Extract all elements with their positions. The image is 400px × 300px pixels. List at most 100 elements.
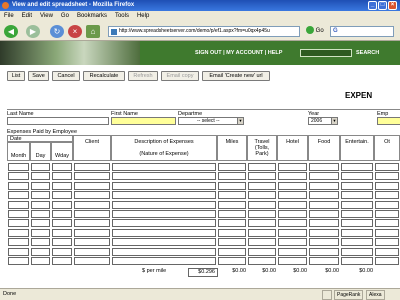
description-cell[interactable] [112,191,216,200]
day-cell[interactable] [31,210,50,218]
hotel-cell[interactable] [278,219,307,228]
travel-cell[interactable] [248,172,276,181]
address-bar[interactable]: http://www.spreadsheetserver.com/demo/p/… [108,26,300,37]
list-button[interactable]: List [7,71,25,81]
miles-cell[interactable] [218,191,246,200]
client-cell[interactable] [74,181,110,190]
travel-cell[interactable] [248,247,276,256]
other-cell[interactable] [375,200,399,209]
day-cell[interactable] [31,191,50,200]
department-select[interactable]: -- select -- ▼ [178,117,244,125]
description-cell[interactable] [112,172,216,181]
miles-cell[interactable] [218,247,246,256]
client-cell[interactable] [74,172,110,181]
day-cell[interactable] [31,219,50,228]
description-cell[interactable] [112,210,216,218]
client-cell[interactable] [74,191,110,200]
food-cell[interactable] [309,200,339,209]
wday-cell[interactable] [52,191,72,200]
miles-cell[interactable] [218,163,246,171]
menu-tools[interactable]: Tools [111,11,133,21]
hotel-cell[interactable] [278,200,307,209]
miles-cell[interactable] [218,257,246,265]
other-cell[interactable] [375,181,399,190]
travel-cell[interactable] [248,200,276,209]
miles-cell[interactable] [218,181,246,190]
miles-cell[interactable] [218,238,246,247]
minimize-button[interactable]: _ [368,1,377,10]
email-create-url-button[interactable]: Email 'Create new' url [202,71,270,81]
miles-cell[interactable] [218,172,246,181]
description-cell[interactable] [112,247,216,256]
day-cell[interactable] [31,228,50,237]
month-cell[interactable] [8,210,29,218]
travel-cell[interactable] [248,257,276,265]
other-cell[interactable] [375,163,399,171]
day-cell[interactable] [31,247,50,256]
food-cell[interactable] [309,210,339,218]
entertain-cell[interactable] [341,238,373,247]
wday-cell[interactable] [52,163,72,171]
day-cell[interactable] [31,200,50,209]
back-icon[interactable]: ◀ [4,25,18,38]
reload-icon[interactable]: ↻ [50,25,64,38]
entertain-cell[interactable] [341,172,373,181]
month-cell[interactable] [8,228,29,237]
description-cell[interactable] [112,200,216,209]
other-cell[interactable] [375,247,399,256]
other-cell[interactable] [375,191,399,200]
wday-cell[interactable] [52,210,72,218]
entertain-cell[interactable] [341,219,373,228]
wday-cell[interactable] [52,172,72,181]
first-name-field[interactable] [111,117,176,125]
month-cell[interactable] [8,247,29,256]
description-cell[interactable] [112,181,216,190]
client-cell[interactable] [74,247,110,256]
wday-cell[interactable] [52,200,72,209]
refresh-button[interactable]: Refresh [128,71,158,81]
other-cell[interactable] [375,257,399,265]
travel-cell[interactable] [248,210,276,218]
menu-help[interactable]: Help [133,11,153,21]
recalculate-button[interactable]: Recalculate [83,71,125,81]
wday-cell[interactable] [52,228,72,237]
alexa-indicator[interactable]: Alexa [366,290,385,300]
food-cell[interactable] [309,257,339,265]
day-cell[interactable] [31,172,50,181]
entertain-cell[interactable] [341,163,373,171]
email-copy-button[interactable]: Email copy [161,71,199,81]
other-cell[interactable] [375,210,399,218]
forward-icon[interactable]: ▶ [26,25,40,38]
site-search-button[interactable]: SEARCH [356,50,379,56]
description-cell[interactable] [112,219,216,228]
entertain-cell[interactable] [341,191,373,200]
client-cell[interactable] [74,200,110,209]
other-cell[interactable] [375,238,399,247]
food-cell[interactable] [309,238,339,247]
food-cell[interactable] [309,228,339,237]
month-cell[interactable] [8,200,29,209]
day-cell[interactable] [31,257,50,265]
day-cell[interactable] [31,181,50,190]
menu-edit[interactable]: Edit [18,11,36,21]
month-cell[interactable] [8,181,29,190]
account-links[interactable]: SIGN OUT | MY ACCOUNT | HELP [195,50,282,56]
hotel-cell[interactable] [278,191,307,200]
wday-cell[interactable] [52,181,72,190]
travel-cell[interactable] [248,219,276,228]
travel-cell[interactable] [248,228,276,237]
go-button[interactable]: Go [306,26,328,37]
entertain-cell[interactable] [341,247,373,256]
client-cell[interactable] [74,238,110,247]
year-select[interactable]: 2006 ▼ [308,117,338,125]
client-cell[interactable] [74,219,110,228]
entertain-cell[interactable] [341,210,373,218]
description-cell[interactable] [112,238,216,247]
home-icon[interactable]: ⌂ [86,25,100,38]
entertain-cell[interactable] [341,257,373,265]
hotel-cell[interactable] [278,210,307,218]
pagerank-indicator[interactable]: PageRank [334,290,364,300]
search-box[interactable]: G [330,26,394,37]
entertain-cell[interactable] [341,200,373,209]
miles-cell[interactable] [218,219,246,228]
